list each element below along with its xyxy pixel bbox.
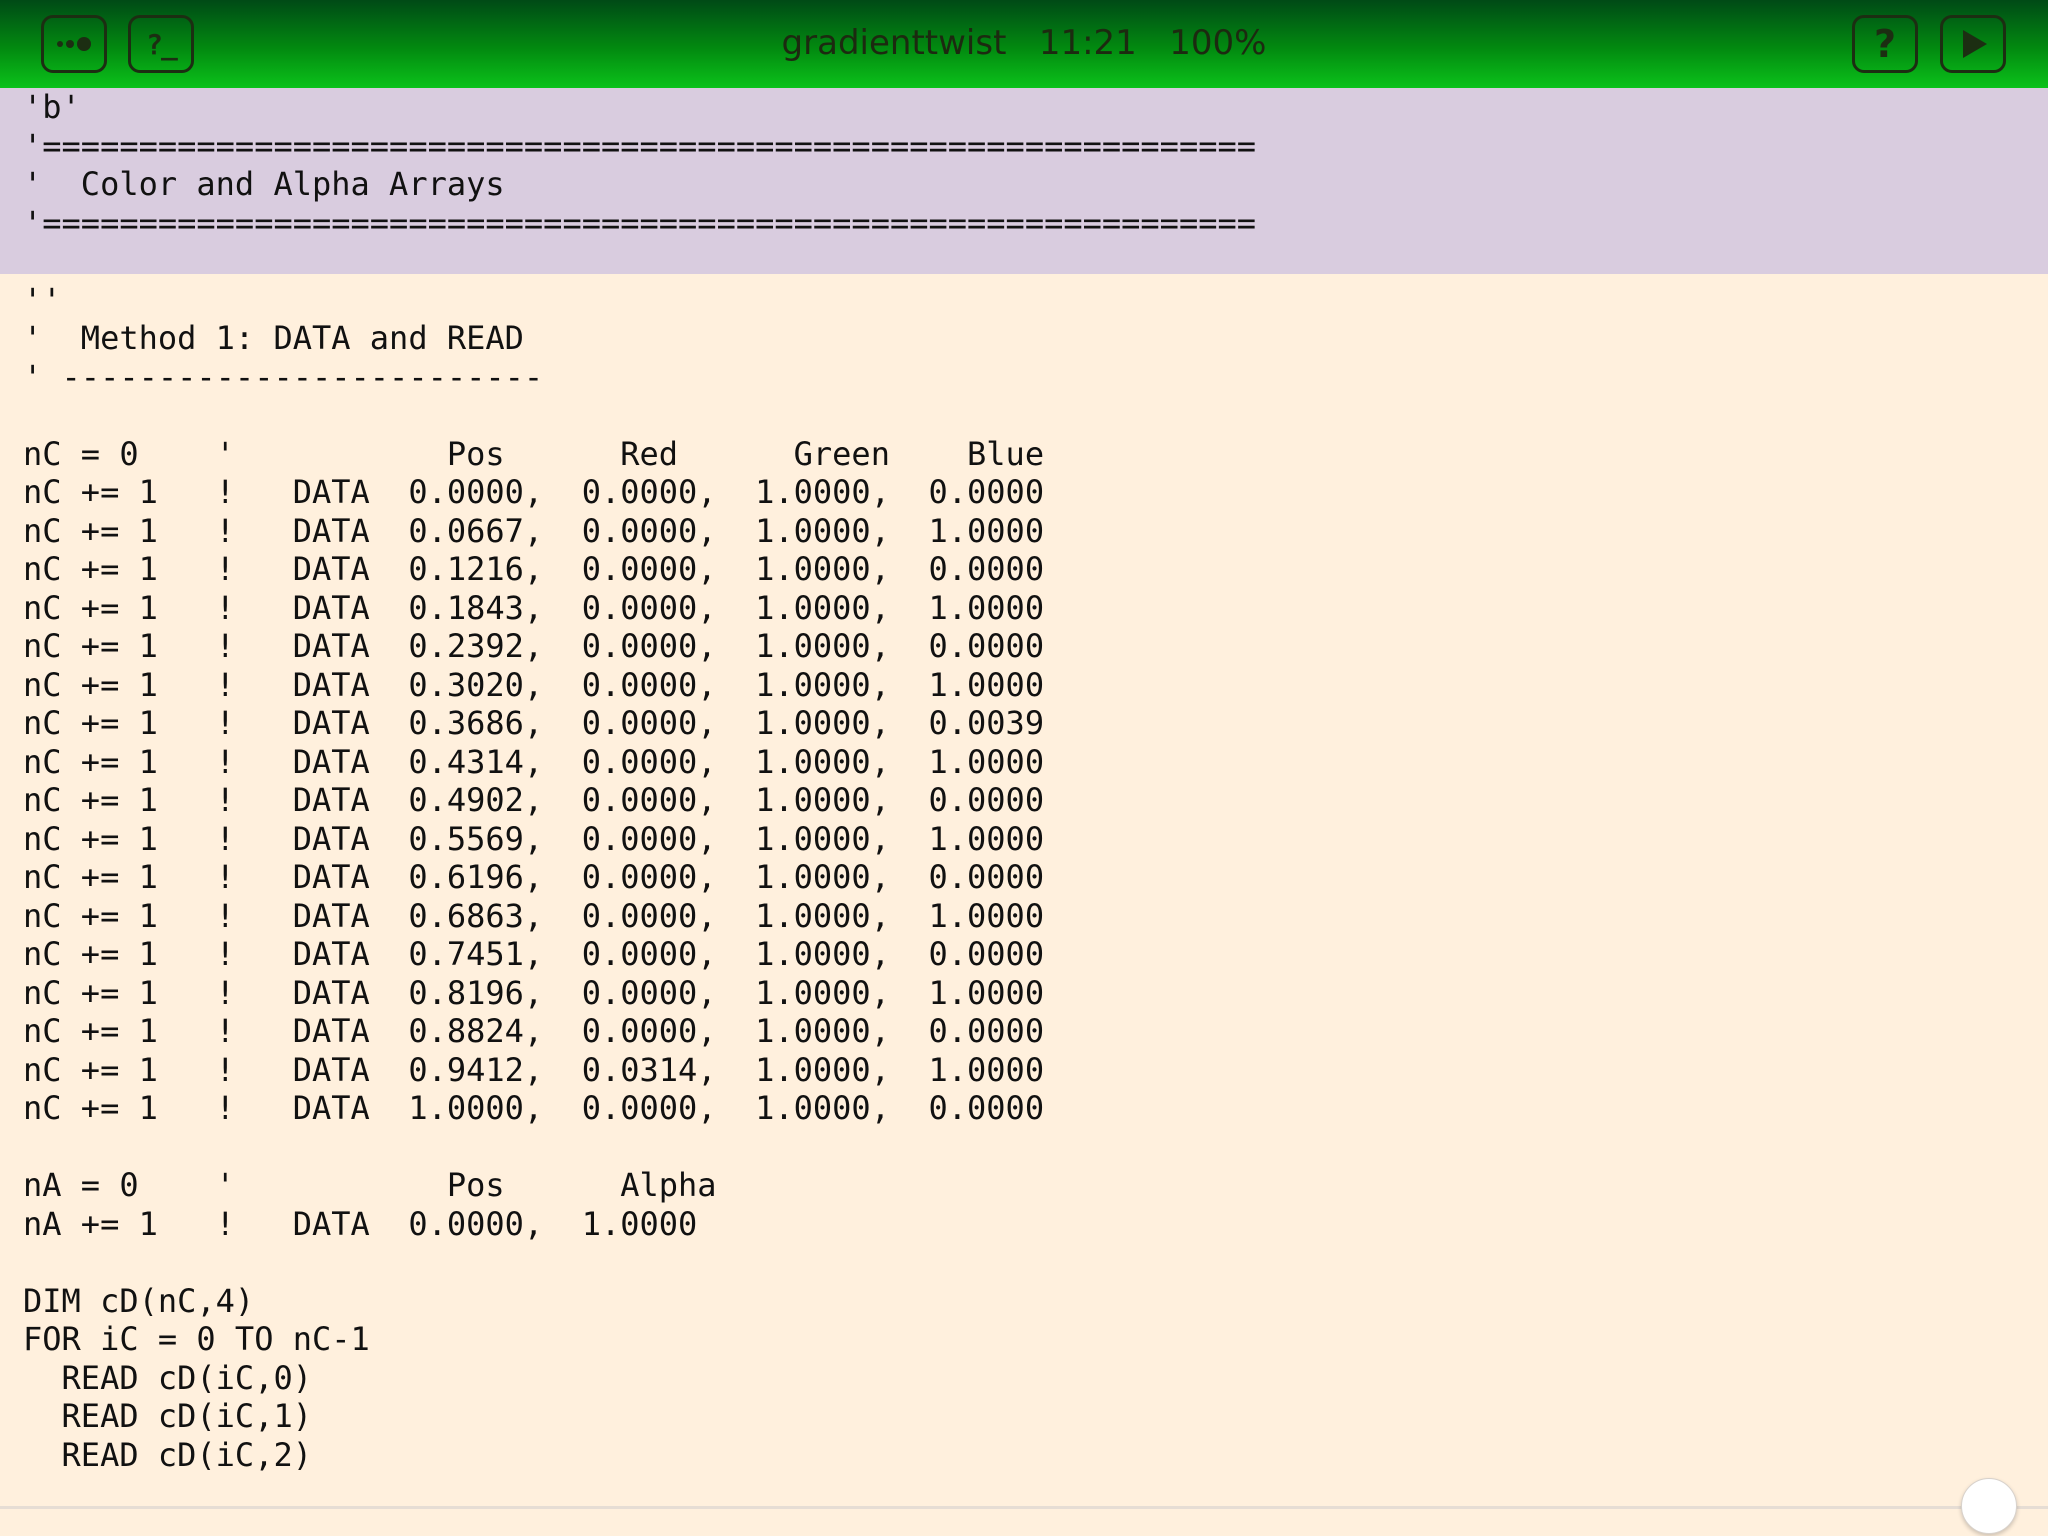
code-line[interactable]: nA = 0 ' Pos Alpha bbox=[23, 1166, 1256, 1205]
code-editor[interactable]: 'b' '====================================… bbox=[0, 88, 2048, 1478]
code-line[interactable]: READ cD(iC,2) bbox=[23, 1436, 1256, 1475]
code-line[interactable]: ' Method 1: DATA and READ bbox=[23, 319, 1256, 358]
code-line[interactable]: nC += 1 ! DATA 0.6196, 0.0000, 1.0000, 0… bbox=[23, 858, 1256, 897]
code-line[interactable] bbox=[23, 242, 1256, 281]
code-line[interactable]: nC += 1 ! DATA 0.8196, 0.0000, 1.0000, 1… bbox=[23, 974, 1256, 1013]
title-bar: ?_ gradienttwist 11:21 100% ? bbox=[0, 0, 2048, 88]
code-line[interactable]: nC += 1 ! DATA 0.0667, 0.0000, 1.0000, 1… bbox=[23, 512, 1256, 551]
code-line[interactable] bbox=[23, 1128, 1256, 1167]
code-line[interactable]: nC += 1 ! DATA 0.5569, 0.0000, 1.0000, 1… bbox=[23, 820, 1256, 859]
code-line[interactable]: '=======================================… bbox=[23, 127, 1256, 166]
code-line[interactable]: nC += 1 ! DATA 0.0000, 0.0000, 1.0000, 0… bbox=[23, 473, 1256, 512]
code-text[interactable]: 'b' '====================================… bbox=[23, 88, 1256, 1478]
code-line[interactable]: nC += 1 ! DATA 0.4314, 0.0000, 1.0000, 1… bbox=[23, 743, 1256, 782]
play-icon bbox=[1963, 30, 1987, 58]
scroll-track[interactable] bbox=[0, 1506, 2048, 1509]
code-line[interactable]: nC += 1 ! DATA 0.1216, 0.0000, 1.0000, 0… bbox=[23, 550, 1256, 589]
code-line[interactable]: DIM cD(nC,4) bbox=[23, 1282, 1256, 1321]
code-line[interactable]: nC += 1 ! DATA 0.1843, 0.0000, 1.0000, 1… bbox=[23, 589, 1256, 628]
code-line[interactable]: '=======================================… bbox=[23, 204, 1256, 243]
help-icon: ? bbox=[1873, 22, 1897, 66]
code-line[interactable]: nC += 1 ! DATA 0.3020, 0.0000, 1.0000, 1… bbox=[23, 666, 1256, 705]
code-line[interactable]: nC += 1 ! DATA 1.0000, 0.0000, 1.0000, 0… bbox=[23, 1089, 1256, 1128]
code-line[interactable] bbox=[23, 396, 1256, 435]
code-line[interactable]: nC += 1 ! DATA 0.8824, 0.0000, 1.0000, 0… bbox=[23, 1012, 1256, 1051]
code-line[interactable]: ' Color and Alpha Arrays bbox=[23, 165, 1256, 204]
code-line[interactable]: READ cD(iC,0) bbox=[23, 1359, 1256, 1398]
code-line[interactable]: nA += 1 ! DATA 0.0000, 1.0000 bbox=[23, 1205, 1256, 1244]
code-line[interactable]: nC += 1 ! DATA 0.4902, 0.0000, 1.0000, 0… bbox=[23, 781, 1256, 820]
code-line[interactable]: FOR iC = 0 TO nC-1 bbox=[23, 1320, 1256, 1359]
code-line[interactable]: nC += 1 ! DATA 0.7451, 0.0000, 1.0000, 0… bbox=[23, 935, 1256, 974]
code-line[interactable]: nC += 1 ! DATA 0.2392, 0.0000, 1.0000, 0… bbox=[23, 627, 1256, 666]
code-line[interactable]: nC += 1 ! DATA 0.3686, 0.0000, 1.0000, 0… bbox=[23, 704, 1256, 743]
code-line[interactable]: nC = 0 ' Pos Red Green Blue bbox=[23, 435, 1256, 474]
window-title: gradienttwist 11:21 100% bbox=[781, 23, 1267, 63]
scroll-knob[interactable] bbox=[1961, 1478, 2017, 1534]
code-line[interactable]: nC += 1 ! DATA 0.6863, 0.0000, 1.0000, 1… bbox=[23, 897, 1256, 936]
code-line[interactable]: '' bbox=[23, 281, 1256, 320]
code-line[interactable]: READ cD(iC,1) bbox=[23, 1397, 1256, 1436]
code-line[interactable]: nC += 1 ! DATA 0.9412, 0.0314, 1.0000, 1… bbox=[23, 1051, 1256, 1090]
code-line[interactable]: READ cD(iC,3) bbox=[23, 1474, 1256, 1478]
help-button[interactable]: ? bbox=[1852, 15, 1918, 73]
run-button[interactable] bbox=[1940, 15, 2006, 73]
code-line[interactable]: 'b' bbox=[23, 88, 1256, 127]
code-line[interactable] bbox=[23, 1243, 1256, 1282]
code-line[interactable]: ' ------------------------- bbox=[23, 358, 1256, 397]
